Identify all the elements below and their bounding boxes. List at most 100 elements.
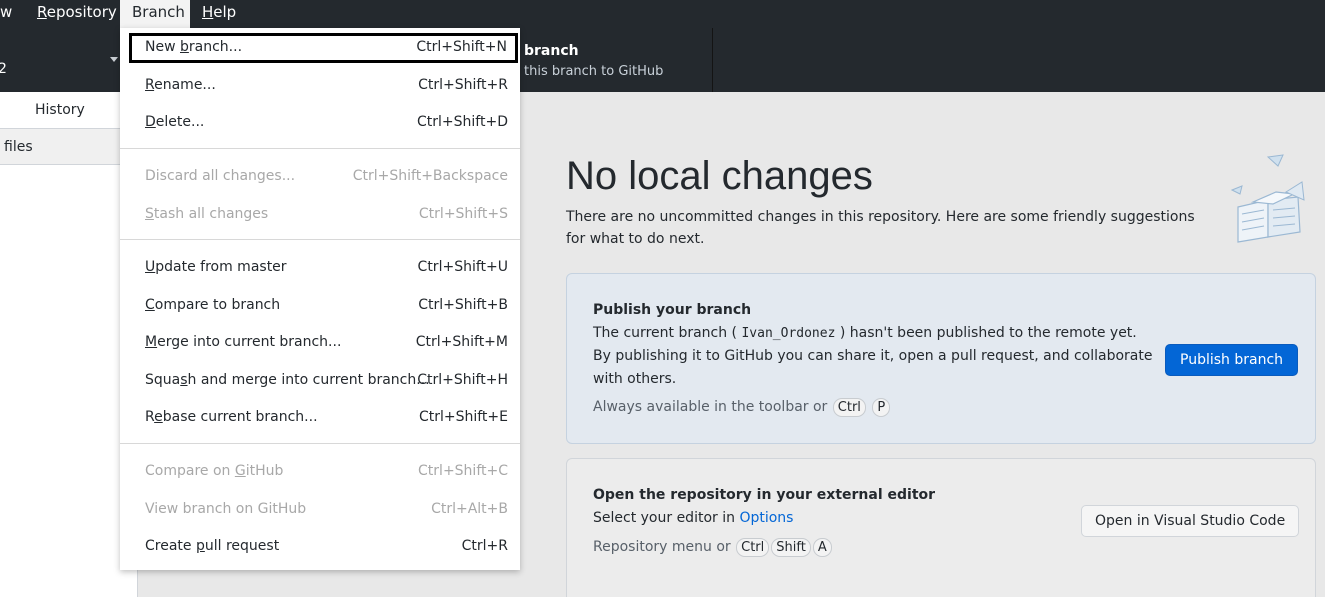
current-branch-button[interactable]: 2 — [0, 28, 125, 92]
editor-card-title: Open the repository in your external edi… — [593, 487, 936, 503]
kbd-shift: Shift — [771, 538, 811, 557]
menu-item-create-pull-request[interactable]: Create pull request Ctrl+R — [120, 530, 520, 562]
empty-state-illustration-icon — [1230, 154, 1305, 243]
branch-menu-dropdown: New branch... Ctrl+Shift+N Rename... Ctr… — [120, 28, 520, 570]
menu-item-stash-all-changes: Stash all changes Ctrl+Shift+S — [120, 198, 520, 230]
menu-item-shortcut: Ctrl+Shift+Backspace — [352, 168, 508, 184]
publish-hint-text: Always available in the toolbar or — [593, 399, 828, 415]
menu-item-label: Compare on — [145, 463, 235, 479]
menu-item-label: ull request — [204, 538, 280, 554]
menu-item-label: Create — [145, 538, 196, 554]
publish-card-body: The current branch ( Ivan_Ordonez ) hasn… — [593, 322, 1153, 391]
menu-item-label: ompare to branch — [154, 297, 281, 313]
menu-item-mnemonic: C — [145, 297, 155, 313]
menu-item-shortcut: Ctrl+Shift+C — [418, 463, 508, 479]
menu-item-shortcut: Ctrl+Shift+B — [418, 297, 508, 313]
page-title: No local changes — [566, 154, 873, 198]
menu-item-merge-into-current-branch[interactable]: Merge into current branch... Ctrl+Shift+… — [120, 326, 520, 358]
publish-toolbar-subtitle: this branch to GitHub — [524, 64, 664, 79]
menu-item-mnemonic: U — [145, 259, 156, 275]
menu-item-rename[interactable]: Rename... Ctrl+Shift+R — [120, 69, 520, 101]
menu-item-update-from-master[interactable]: Update from master Ctrl+Shift+U — [120, 251, 520, 283]
menu-help-label: elp — [213, 3, 237, 21]
branch-name: Ivan_Ordonez — [741, 326, 836, 341]
chevron-down-icon — [110, 57, 118, 62]
menu-item-mnemonic: e — [154, 409, 163, 425]
menu-item-label: elete... — [155, 114, 205, 130]
menu-item-label: base current branch... — [162, 409, 318, 425]
menu-item-view-branch-on-github: View branch on GitHub Ctrl+Alt+B — [120, 493, 520, 525]
menu-item-compare-to-branch[interactable]: Compare to branch Ctrl+Shift+B — [120, 289, 520, 321]
menu-item-shortcut: Ctrl+Shift+D — [417, 114, 508, 130]
kbd-p: P — [872, 398, 891, 417]
menu-item-shortcut: Ctrl+Shift+S — [418, 206, 508, 222]
sidebar: History files — [0, 92, 138, 597]
changed-files-label: files — [4, 139, 33, 155]
menu-item-label: pdate from master — [155, 259, 287, 275]
editor-card-body: Select your editor in Options — [593, 507, 1153, 530]
menu-branch[interactable]: Branch — [120, 0, 190, 28]
menu-item-label: ename... — [154, 77, 216, 93]
menu-help-mnemonic: H — [202, 3, 214, 21]
menu-item-rebase-current-branch[interactable]: Rebase current branch... Ctrl+Shift+E — [120, 401, 520, 433]
menu-item-label: New — [145, 39, 180, 55]
menu-bar: w Repository Branch Help — [0, 0, 1325, 28]
menu-item-label: itHub — [245, 463, 284, 479]
publish-toolbar-title: branch — [524, 43, 579, 59]
publish-card-body-start: The current branch ( — [593, 325, 738, 341]
menu-item-label: Squa — [145, 372, 181, 388]
menu-help[interactable]: Help — [194, 0, 244, 28]
menu-item-label: Discard all changes... — [145, 168, 296, 184]
menu-item-mnemonic: s — [180, 372, 188, 388]
menu-item-label: ranch... — [188, 39, 243, 55]
kbd-a: A — [812, 538, 832, 557]
menu-view[interactable]: w — [0, 0, 20, 28]
menu-item-label: View branch on GitHub — [145, 501, 307, 517]
editor-card-hint: Repository menu or Ctrl Shift A — [593, 538, 833, 557]
editor-card-body-text: Select your editor in — [593, 510, 735, 526]
publish-branch-button[interactable]: Publish branch — [1165, 344, 1299, 376]
sidebar-tabs: History — [0, 92, 137, 129]
publish-card-title: Publish your branch — [593, 302, 752, 318]
menu-item-squash-and-merge[interactable]: Squash and merge into current branch... … — [120, 364, 520, 396]
open-editor-card: Open the repository in your external edi… — [566, 458, 1316, 597]
menu-item-compare-on-github: Compare on GitHub Ctrl+Shift+C — [120, 455, 520, 487]
changed-files-header[interactable]: files — [0, 129, 137, 165]
menu-item-mnemonic: R — [145, 77, 155, 93]
kbd-ctrl: Ctrl — [736, 538, 770, 557]
open-in-editor-button[interactable]: Open in Visual Studio Code — [1081, 505, 1300, 537]
intro-text: There are no uncommitted changes in this… — [566, 209, 1195, 247]
menu-branch-label: Branch — [132, 3, 185, 21]
menu-repository-label: epository — [46, 3, 117, 21]
kbd-ctrl: Ctrl — [832, 398, 866, 417]
options-link[interactable]: Options — [739, 510, 793, 526]
menu-separator — [120, 148, 520, 149]
menu-item-shortcut: Ctrl+Shift+H — [417, 372, 508, 388]
menu-item-mnemonic: p — [195, 538, 205, 554]
publish-branch-toolbar-button[interactable]: branch this branch to GitHub — [490, 28, 713, 92]
menu-separator — [120, 443, 520, 444]
menu-item-label: R — [145, 409, 155, 425]
current-branch-value: 2 — [0, 61, 7, 77]
menu-separator — [120, 239, 520, 240]
tab-history[interactable]: History — [35, 102, 85, 118]
menu-item-mnemonic: M — [145, 334, 158, 350]
menu-item-shortcut: Ctrl+Shift+E — [418, 409, 508, 425]
menu-item-shortcut: Ctrl+R — [461, 538, 508, 554]
menu-item-new-branch[interactable]: New branch... Ctrl+Shift+N — [120, 31, 520, 63]
publish-branch-card: Publish your branch The current branch (… — [566, 273, 1316, 444]
menu-item-shortcut: Ctrl+Shift+N — [416, 39, 507, 55]
menu-item-mnemonic: G — [234, 463, 246, 479]
menu-item-delete[interactable]: Delete... Ctrl+Shift+D — [120, 106, 520, 138]
menu-view-label: w — [0, 3, 13, 21]
menu-item-shortcut: Ctrl+Alt+B — [431, 501, 508, 517]
menu-item-label: h and merge into current branch... — [187, 372, 430, 388]
publish-card-hint: Always available in the toolbar or Ctrl … — [593, 398, 891, 417]
menu-item-discard-all-changes: Discard all changes... Ctrl+Shift+Backsp… — [120, 160, 520, 192]
menu-item-mnemonic: S — [145, 206, 154, 222]
menu-item-shortcut: Ctrl+Shift+U — [417, 259, 508, 275]
menu-item-mnemonic: D — [145, 114, 156, 130]
menu-repository-mnemonic: R — [37, 3, 47, 21]
menu-repository[interactable]: Repository — [29, 0, 125, 28]
menu-item-mnemonic: b — [180, 39, 189, 55]
